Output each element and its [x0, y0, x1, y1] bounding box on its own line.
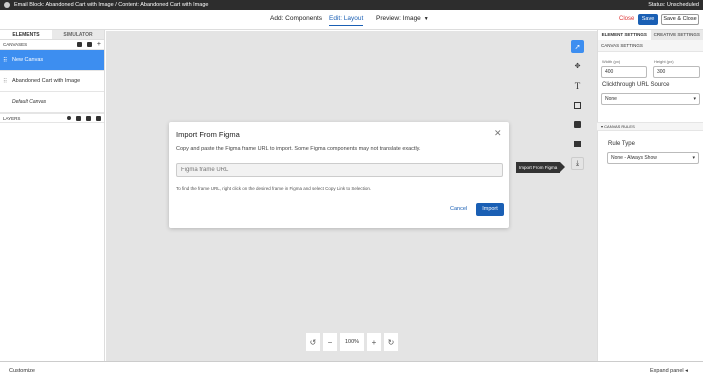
undo-icon[interactable]: ↺: [306, 333, 320, 351]
canvas-settings-header: CANVAS SETTINGS: [598, 40, 703, 52]
trash-icon[interactable]: [96, 115, 101, 121]
close-icon[interactable]: ✕: [494, 128, 502, 139]
tab-add-components[interactable]: Add: Components: [270, 15, 322, 22]
zoom-out-button[interactable]: −: [323, 333, 337, 351]
copy-icon[interactable]: [86, 115, 91, 121]
layers-label: LAYERS: [3, 115, 21, 121]
customize-button[interactable]: Customize: [9, 368, 35, 374]
tool-strip: ➚ ✥ T ⤓: [571, 40, 585, 177]
move-icon[interactable]: ✥: [571, 60, 584, 73]
tab-simulator[interactable]: SIMULATOR: [52, 30, 104, 39]
width-label: Width (px): [602, 59, 621, 64]
height-label: Height (px): [654, 59, 674, 64]
image-tool-icon[interactable]: [571, 138, 584, 151]
star-icon[interactable]: [67, 116, 71, 120]
canvas-item[interactable]: ⠿ Abandoned Cart with Image: [0, 71, 104, 92]
rule-type-select[interactable]: None - Always Show ▾: [607, 152, 699, 164]
save-button[interactable]: Save: [638, 14, 658, 25]
gear-icon[interactable]: [4, 2, 10, 8]
status-text: Status: Unscheduled: [648, 2, 699, 8]
breadcrumb: Email Block: Abandoned Cart with Image /…: [14, 2, 209, 8]
canvas-rules-label: CANVAS RULES: [604, 124, 635, 129]
left-panel: ELEMENTS SIMULATOR CANVASES + ⠿ New Canv…: [0, 30, 105, 361]
clickthrough-label: Clickthrough URL Source: [602, 82, 670, 88]
expand-panel-label: Expand panel: [650, 368, 684, 374]
canvas-item[interactable]: ⠿ New Canvas: [0, 50, 104, 71]
import-figma-icon[interactable]: ⤓: [571, 157, 584, 170]
close-button[interactable]: Close: [619, 16, 634, 22]
canvas-item[interactable]: Default Canvas: [0, 92, 104, 113]
layers-header: LAYERS: [0, 113, 104, 123]
tab-preview[interactable]: Preview: Image ▼: [376, 15, 429, 22]
canvas-item-label: Default Canvas: [12, 99, 47, 105]
chevron-down-icon: ▾: [601, 124, 604, 129]
nav-bar: Add: Components Edit: Layout Preview: Im…: [0, 10, 703, 30]
dialog-description: Copy and paste the Figma frame URL to im…: [176, 146, 421, 152]
save-close-button[interactable]: Save & Close: [661, 14, 699, 25]
add-icon[interactable]: +: [97, 41, 101, 48]
figma-url-input[interactable]: [176, 163, 503, 177]
import-button[interactable]: Import: [476, 203, 504, 216]
dialog-hint: To find the frame URL, right click on th…: [176, 186, 372, 191]
lock-icon[interactable]: [76, 115, 81, 121]
canvas-item-label: New Canvas: [12, 57, 44, 63]
chevron-down-icon: ▾: [692, 155, 695, 161]
rectangle-tool-icon[interactable]: [571, 99, 584, 112]
tab-elements[interactable]: ELEMENTS: [0, 30, 52, 39]
width-input[interactable]: 400: [601, 66, 647, 78]
drag-handle-icon[interactable]: ⠿: [3, 78, 7, 85]
cancel-button[interactable]: Cancel: [450, 206, 467, 212]
canvas-item-label: Abandoned Cart with Image: [12, 78, 81, 84]
tab-edit-layout[interactable]: Edit: Layout: [329, 15, 364, 26]
rule-type-label: Rule Type: [608, 141, 635, 147]
drag-handle-icon[interactable]: ⠿: [3, 57, 7, 64]
expand-panel-button[interactable]: Expand panel ◂: [650, 368, 688, 374]
chevron-down-icon: ▾: [693, 96, 696, 102]
clickthrough-select[interactable]: None ▾: [601, 93, 700, 105]
canvas-rules-header[interactable]: ▾ CANVAS RULES: [597, 122, 703, 131]
caret-left-icon: ◂: [685, 368, 688, 374]
select-pointer-icon[interactable]: ➚: [571, 40, 584, 53]
height-input[interactable]: 300: [653, 66, 700, 78]
chevron-down-icon: ▼: [423, 16, 429, 22]
zoom-level: 100%: [340, 333, 364, 351]
rule-type-value: None - Always Show: [611, 155, 657, 161]
dialog-title: Import From Figma: [176, 130, 240, 139]
preview-label: Preview: Image: [376, 15, 421, 22]
tab-creative-settings[interactable]: CREATIVE SETTINGS: [650, 30, 703, 40]
import-figma-tooltip: Import From Figma: [516, 162, 566, 173]
import-figma-dialog: Import From Figma ✕ Copy and paste the F…: [169, 122, 509, 228]
canvases-label: CANVASES: [3, 42, 28, 47]
tab-element-settings[interactable]: ELEMENT SETTINGS: [598, 30, 651, 40]
right-panel: ELEMENT SETTINGS CREATIVE SETTINGS CANVA…: [597, 30, 703, 361]
right-tabs: ELEMENT SETTINGS CREATIVE SETTINGS: [598, 30, 703, 40]
trash-icon[interactable]: [86, 42, 92, 47]
left-tabs: ELEMENTS SIMULATOR: [0, 30, 104, 40]
canvases-header: CANVASES +: [0, 40, 104, 50]
footer-bar: Customize Expand panel ◂: [0, 361, 703, 381]
top-bar: Email Block: Abandoned Cart with Image /…: [0, 0, 703, 10]
text-tool-icon[interactable]: T: [571, 79, 584, 92]
layers-tool-icon[interactable]: [571, 118, 584, 131]
zoom-controls: ↺ − 100% + ↻: [306, 333, 398, 351]
redo-icon[interactable]: ↻: [384, 333, 398, 351]
copy-icon[interactable]: [76, 42, 82, 47]
zoom-in-button[interactable]: +: [367, 333, 381, 351]
clickthrough-value: None: [605, 96, 617, 102]
